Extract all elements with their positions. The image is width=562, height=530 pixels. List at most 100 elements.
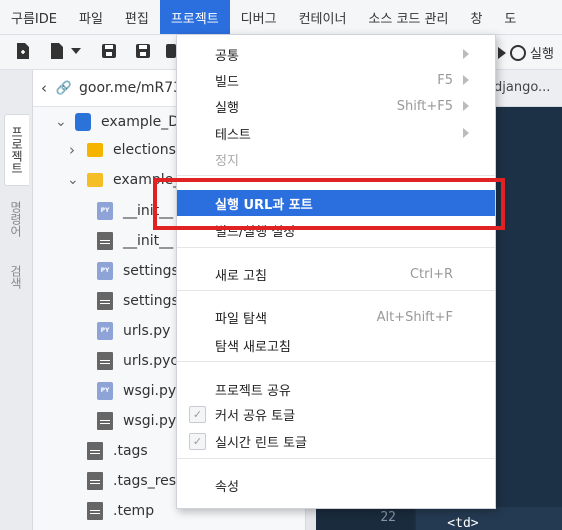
python-file-icon: PY	[97, 262, 113, 280]
menu-item-shortcut: F5	[437, 72, 453, 88]
file-icon	[97, 352, 113, 370]
menu-item-label: 탐색 새로고침	[215, 339, 291, 355]
menu-separator	[177, 361, 495, 362]
line-number: 22	[380, 510, 396, 525]
folder-icon	[87, 143, 103, 157]
menu-item[interactable]: 도	[493, 0, 527, 34]
menu-item[interactable]: 빌드 F5	[177, 67, 495, 93]
menu-item[interactable]: 파일	[68, 0, 114, 34]
run-button-label: 실행	[530, 47, 554, 62]
menu-item-label: 실행	[215, 100, 239, 116]
tree-item-label: elections	[113, 142, 176, 158]
chevron-down-icon[interactable]: ⌄	[55, 114, 67, 130]
tree-item-label: .temp	[113, 503, 155, 519]
menu-item[interactable]: 실시간 린트 토글 ✓	[177, 428, 495, 454]
code-line: <td>	[416, 516, 479, 530]
menu-item-shortcut: Shift+F5	[396, 98, 453, 114]
menu-item[interactable]: 속성	[177, 472, 495, 498]
file-icon	[87, 472, 103, 490]
save-all-icon[interactable]	[134, 42, 152, 60]
menu-item-label: 테스트	[215, 127, 251, 143]
toolbar-icon-partial[interactable]	[166, 42, 176, 60]
menu-item-label: 속성	[215, 479, 239, 495]
editor-tab[interactable]: django...	[494, 80, 550, 95]
project-url[interactable]: goor.me/mR73	[79, 80, 182, 96]
file-icon	[97, 292, 113, 310]
menu-separator	[177, 290, 495, 291]
tree-item-label: __init__	[123, 233, 174, 249]
side-tab-strip: 프로젝트 명령어 검색	[0, 70, 33, 530]
checkbox-icon[interactable]: ✓	[189, 432, 206, 450]
project-menu-dropdown: 공통빌드 F5 실행 Shift+F5 테스트정지실행 URL과 포트빌드/실행 설정새…	[176, 34, 496, 509]
submenu-arrow-icon	[463, 101, 469, 111]
menu-item-label: 실행 URL과 포트	[215, 197, 313, 213]
menu-item[interactable]: 새로 고침 Ctrl+R	[177, 261, 495, 287]
menu-item[interactable]: 탐색 새로고침	[177, 332, 495, 358]
submenu-arrow-icon	[463, 128, 469, 138]
chevron-down-icon[interactable]: ⌄	[67, 172, 79, 188]
tree-item-label: wsgi.pyc	[123, 413, 184, 429]
python-file-icon: PY	[97, 202, 113, 220]
menu-item[interactable]: 실행 Shift+F5	[177, 93, 495, 119]
play-icon	[498, 46, 506, 59]
menu-item-label: 정지	[215, 153, 239, 169]
menu-item[interactable]: 프로젝트 공유	[177, 376, 495, 402]
menu-item: 정지	[177, 146, 495, 172]
menu-item[interactable]: 창	[459, 0, 493, 34]
checkbox-icon[interactable]: ✓	[189, 405, 206, 423]
menu-item[interactable]: 구름IDE	[0, 0, 68, 34]
menu-item-shortcut: Ctrl+R	[409, 266, 453, 282]
menu-item-label: 새로 고침	[215, 268, 267, 284]
menu-item-label: 프로젝트 공유	[215, 383, 291, 399]
submenu-arrow-icon	[463, 75, 469, 85]
chevron-down-icon[interactable]	[70, 42, 82, 60]
tree-item-label: example_D	[101, 114, 180, 130]
tab-project[interactable]: 프로젝트	[4, 114, 29, 186]
python-file-icon: PY	[97, 322, 113, 340]
menu-item-label: 빌드	[215, 74, 239, 90]
file-icon	[87, 502, 103, 520]
project-icon	[75, 113, 91, 131]
tree-item-label: wsgi.py	[123, 383, 177, 399]
tree-item-label: __init__	[123, 203, 174, 219]
run-button[interactable]: 실행	[498, 43, 554, 62]
link-icon[interactable]: 🔗	[55, 81, 73, 96]
menu-item[interactable]: 소스 코드 관리	[357, 0, 459, 34]
file-icon	[97, 412, 113, 430]
menu-separator	[177, 175, 495, 176]
chevron-right-icon[interactable]: ›	[67, 141, 77, 159]
menu-item[interactable]: 편집	[114, 0, 160, 34]
menu-separator	[177, 458, 495, 459]
folder-open-icon	[87, 173, 103, 187]
menu-project[interactable]: 프로젝트	[159, 0, 230, 34]
chevron-left-icon[interactable]: ‹	[33, 79, 55, 97]
new-file-icon[interactable]	[14, 42, 32, 60]
menu-item[interactable]: 디버그	[230, 0, 288, 34]
tree-item-label: settings.	[123, 263, 184, 279]
tree-item-label: .tags	[113, 443, 148, 459]
tab-search[interactable]: 검색	[4, 254, 28, 300]
tree-item-label: .tags_resu	[113, 473, 185, 489]
tree-item-label: example_	[113, 172, 181, 188]
menu-item[interactable]: 테스트	[177, 120, 495, 146]
menu-bar: 구름IDE 파일 편집 프로젝트 디버그 컨테이너 소스 코드 관리 창 도	[0, 0, 562, 35]
file-icon	[87, 442, 103, 460]
new-file-dropdown-icon[interactable]	[48, 42, 66, 60]
tree-item-label: urls.pyc	[123, 353, 179, 369]
submenu-arrow-icon	[463, 49, 469, 59]
menu-item-label: 실시간 린트 토글	[215, 435, 307, 451]
menu-item[interactable]: 커서 공유 토글 ✓	[177, 401, 495, 427]
save-icon[interactable]	[100, 42, 118, 60]
menu-item-label: 빌드/실행 설정	[215, 224, 296, 240]
python-file-icon: PY	[97, 382, 113, 400]
menu-item[interactable]: 빌드/실행 설정	[177, 217, 495, 243]
menu-item[interactable]: 컨테이너	[288, 0, 358, 34]
tab-commands[interactable]: 명령어	[4, 188, 28, 250]
menu-item[interactable]: 공통	[177, 41, 495, 67]
tree-item-label: urls.py	[123, 323, 171, 339]
menu-separator	[177, 247, 495, 248]
menu-item[interactable]: 실행 URL과 포트	[177, 190, 495, 216]
tree-item-label: settings.	[123, 293, 184, 309]
file-icon	[97, 232, 113, 250]
menu-item[interactable]: 파일 탐색 Alt+Shift+F	[177, 304, 495, 330]
